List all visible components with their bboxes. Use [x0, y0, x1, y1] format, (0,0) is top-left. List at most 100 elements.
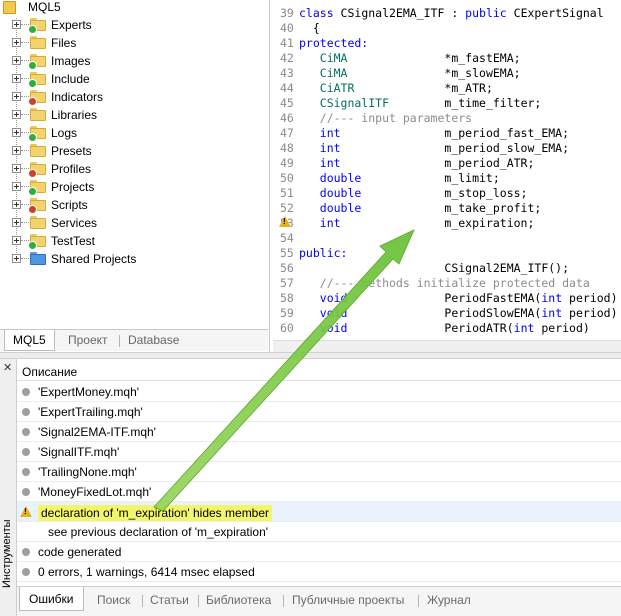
expand-icon[interactable] [12, 20, 21, 29]
panel-splitter[interactable] [0, 352, 621, 359]
code-text: public: [299, 246, 347, 261]
tree-item-label: Images [51, 54, 91, 68]
tab-search[interactable]: Поиск [97, 591, 130, 611]
tree-connector [21, 60, 29, 61]
tree-item[interactable]: Presets [0, 142, 268, 160]
line-number: 41 [280, 36, 294, 50]
tree-item[interactable]: Experts [0, 16, 268, 34]
message-row[interactable]: 'Signal2EMA-ITF.mqh' [17, 422, 621, 442]
code-text: void PeriodATR(int period) [299, 321, 590, 336]
tree-item-label: Presets [51, 144, 92, 158]
modified-badge-icon [28, 205, 37, 214]
tree-item[interactable]: Libraries [0, 106, 268, 124]
message-row[interactable]: code generated [17, 542, 621, 562]
tree-item[interactable]: Indicators [0, 88, 268, 106]
code-text: CiATR *m_ATR; [299, 81, 493, 96]
tree-item[interactable]: TestTest [0, 232, 268, 250]
code-line: 48 int m_period_slow_EMA; [273, 141, 621, 156]
tab-separator [119, 335, 120, 347]
tab-mql5[interactable]: MQL5 [4, 330, 55, 351]
expand-icon[interactable] [12, 92, 21, 101]
code-line: 52 double m_take_profit; [273, 201, 621, 216]
tree-item[interactable]: Services [0, 214, 268, 232]
expand-icon[interactable] [12, 74, 21, 83]
code-editor[interactable]: 39 class CSignal2EMA_ITF : public CExpert… [273, 0, 621, 352]
expand-icon[interactable] [12, 110, 21, 119]
editor-horizontal-scrollbar[interactable] [273, 340, 621, 352]
folder-icon [30, 144, 46, 157]
code-token: CSignal2EMA_ITF : [340, 6, 466, 20]
close-icon[interactable]: ✕ [3, 361, 12, 374]
expand-icon[interactable] [12, 56, 21, 65]
synced-badge-icon [28, 133, 37, 142]
expand-icon[interactable] [12, 200, 21, 209]
line-number: 42 [280, 51, 294, 65]
tab-separator [418, 595, 419, 607]
tree-item[interactable]: Shared Projects [0, 250, 268, 268]
expand-icon[interactable] [12, 218, 21, 227]
expand-icon[interactable] [12, 164, 21, 173]
tree-item[interactable]: Images [0, 52, 268, 70]
tree-item-label: Scripts [51, 198, 88, 212]
tab-library[interactable]: Библиотека [206, 591, 271, 611]
code-token: PeriodATR( [347, 321, 514, 335]
expand-icon[interactable] [12, 254, 21, 263]
code-token: period) [562, 306, 618, 320]
code-line: 46 //--- input parameters [273, 111, 621, 126]
tab-public-projects[interactable]: Публичные проекты [292, 591, 404, 611]
code-token: int [299, 126, 341, 140]
code-token: double [299, 171, 362, 185]
message-row[interactable]: see previous declaration of 'm_expiratio… [17, 522, 621, 542]
message-row[interactable]: 'ExpertTrailing.mqh' [17, 402, 621, 422]
code-line: 56 CSignal2EMA_ITF(); [273, 261, 621, 276]
info-icon [22, 568, 30, 576]
line-number: 47 [280, 126, 294, 140]
tree-item[interactable]: Scripts [0, 196, 268, 214]
line-number: 54 [280, 231, 294, 245]
line-number: 55 [280, 246, 294, 260]
expand-icon[interactable] [12, 146, 21, 155]
message-text: 'MoneyFixedLot.mqh' [38, 485, 152, 499]
code-token: *m_ATR; [354, 81, 493, 95]
code-token: m_period_slow_EMA; [340, 141, 570, 155]
tree-connector [21, 168, 29, 169]
line-number: 56 [280, 261, 294, 275]
tree-connector [21, 222, 29, 223]
message-row[interactable]: 'MoneyFixedLot.mqh' [17, 482, 621, 502]
tab-journal[interactable]: Журнал [427, 591, 471, 611]
code-token: void [299, 291, 348, 305]
tab-articles[interactable]: Статьи [150, 591, 189, 611]
code-token: m_expiration; [340, 216, 535, 230]
message-row[interactable]: 'TrailingNone.mqh' [17, 462, 621, 482]
code-line: 50 double m_limit; [273, 171, 621, 186]
info-icon [22, 448, 30, 456]
code-token: void [299, 321, 348, 335]
tab-errors[interactable]: Ошибки [19, 587, 84, 611]
expand-icon[interactable] [12, 236, 21, 245]
tree-item[interactable]: Files [0, 34, 268, 52]
tab-project[interactable]: Проект [68, 330, 108, 351]
code-text: int m_expiration; [299, 216, 535, 231]
info-icon [22, 428, 30, 436]
tree-root[interactable]: MQL5 [0, 0, 268, 16]
tree-item[interactable]: Projects [0, 178, 268, 196]
code-token: void [299, 306, 348, 320]
line-number: 40 [280, 21, 294, 35]
expand-icon[interactable] [12, 128, 21, 137]
message-text: 'TrailingNone.mqh' [38, 465, 137, 479]
message-text: see previous declaration of 'm_expiratio… [48, 525, 269, 539]
tree-item[interactable]: Include [0, 70, 268, 88]
tree-item[interactable]: Profiles [0, 160, 268, 178]
message-row[interactable]: 0 errors, 1 warnings, 6414 msec elapsed [17, 562, 621, 582]
message-row[interactable]: declaration of 'm_expiration' hides memb… [17, 502, 621, 522]
expand-icon[interactable] [12, 38, 21, 47]
message-row[interactable]: 'ExpertMoney.mqh' [17, 382, 621, 402]
tab-database[interactable]: Database [128, 330, 179, 351]
code-token: CiATR [299, 81, 355, 95]
message-row[interactable]: 'SignalITF.mqh' [17, 442, 621, 462]
tree-item[interactable]: Logs [0, 124, 268, 142]
expand-icon[interactable] [12, 182, 21, 191]
column-header-description[interactable]: Описание [17, 362, 621, 381]
code-token: int [299, 156, 341, 170]
message-text: 'ExpertMoney.mqh' [38, 385, 140, 399]
